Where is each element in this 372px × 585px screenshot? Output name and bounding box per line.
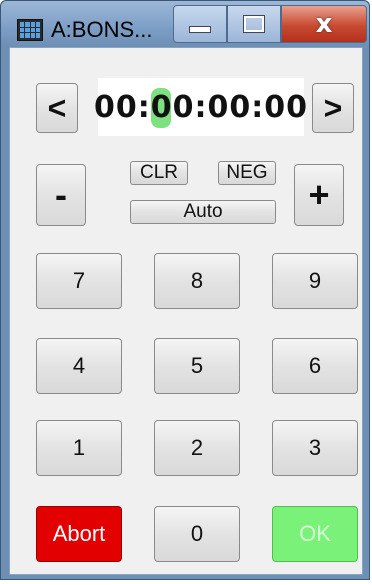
abort-button[interactable]: Abort	[36, 506, 122, 562]
clr-button[interactable]: CLR	[130, 161, 188, 185]
dialog-body: < 00:00:00:00 > - CLR NEG Auto + 7 8 9 4…	[9, 47, 363, 575]
title-bar[interactable]: A:BONS... x	[1, 1, 369, 47]
key-4[interactable]: 4	[36, 338, 122, 394]
maximize-icon	[243, 15, 265, 33]
minimize-button[interactable]	[173, 5, 227, 43]
app-grid-icon	[17, 19, 43, 41]
neg-button[interactable]: NEG	[218, 161, 276, 185]
close-button[interactable]: x	[281, 5, 367, 43]
key-3[interactable]: 3	[272, 420, 358, 476]
window-title: A:BONS...	[51, 17, 153, 42]
key-5[interactable]: 5	[154, 338, 240, 394]
key-6[interactable]: 6	[272, 338, 358, 394]
ok-button[interactable]: OK	[272, 506, 358, 562]
auto-button[interactable]: Auto	[130, 200, 276, 224]
plus-button[interactable]: +	[294, 164, 344, 226]
minus-button[interactable]: -	[36, 164, 86, 226]
minimize-icon	[189, 25, 211, 33]
previous-button[interactable]: <	[36, 83, 78, 133]
timecode-display[interactable]: 00:00:00:00	[94, 78, 307, 136]
close-icon: x	[315, 9, 333, 39]
maximize-button[interactable]	[227, 5, 281, 43]
key-1[interactable]: 1	[36, 420, 122, 476]
key-2[interactable]: 2	[154, 420, 240, 476]
key-8[interactable]: 8	[154, 253, 240, 309]
timecode-dialog: A:BONS... x < 00:00:00:00 > - CLR NEG Au…	[0, 0, 370, 580]
key-7[interactable]: 7	[36, 253, 122, 309]
key-9[interactable]: 9	[272, 253, 358, 309]
next-button[interactable]: >	[312, 83, 354, 133]
key-0[interactable]: 0	[154, 506, 240, 562]
timecode-value: 00:00:00:00	[94, 87, 308, 128]
